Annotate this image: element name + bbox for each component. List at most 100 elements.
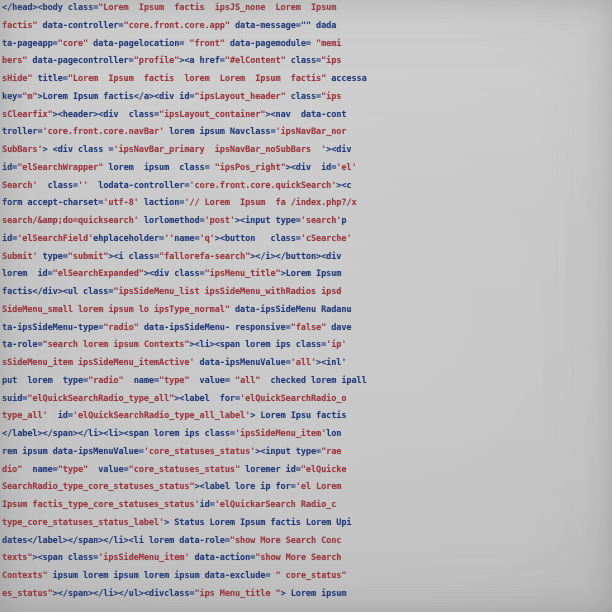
code-line: dates</label></span></li><li lorem data-…	[0, 533, 612, 551]
code-markup-token: ><i class=	[108, 251, 160, 262]
code-markup-token: ><div	[326, 145, 352, 155]
code-line: sSideMenu_item ipsSideMenu_itemActive' d…	[0, 355, 612, 373]
code-markup-token: data-pagemodule=	[224, 38, 317, 49]
code-string-token: "core_statuses_status"	[128, 464, 241, 475]
code-line: SubBars'> <div class ='ipsNavBar_primary…	[0, 142, 612, 160]
code-markup-token: loremer id=	[240, 464, 301, 475]
code-markup-token: ><inl'	[316, 358, 347, 368]
code-line: rem ipsum data-ipsMenuValue='core_status…	[0, 444, 612, 462]
code-string-token: ''	[77, 180, 89, 191]
code-string-token: type_all'	[2, 411, 48, 422]
code-markup-token: id=	[199, 500, 215, 510]
code-string-token: 'core.front.core.quickSearch'	[189, 180, 337, 191]
code-markup-token: > <div class =	[42, 145, 114, 155]
code-markup-token: dates</label></span></li><li lorem data-…	[2, 535, 230, 546]
code-markup-token: ><label lore ip for=	[194, 482, 296, 493]
code-line: factis</div><ul class="ipsSideMenu_list …	[0, 284, 612, 302]
source-code-view[interactable]: </head><body class="Lorem Ipsum factis i…	[0, 0, 612, 612]
code-markup-token: id=	[47, 411, 73, 422]
code-string-token: bers"	[2, 56, 28, 67]
code-markup-token: type=	[37, 251, 68, 262]
code-markup-token: </label></span></li><li><span lorem ips …	[2, 429, 235, 439]
code-markup-token: lorlomethod=	[138, 216, 205, 226]
code-markup-token: ><input type=	[234, 216, 301, 226]
code-string-token: "profile"	[133, 56, 180, 67]
code-string-token: SideMenu_small lorem ipsum lo ipsType_no…	[2, 304, 230, 315]
code-string-token: "ipsLayout_header"	[194, 91, 286, 102]
code-string-token: "front"	[189, 38, 225, 49]
code-line: dio" name="type" value="core_statuses_st…	[0, 462, 612, 480]
code-line-list: </head><body class="Lorem Ipsum factis i…	[0, 0, 612, 604]
code-markup-token: data-ipsMenuValue=	[194, 358, 291, 368]
code-line: form accept-charset='utf-8' laction='// …	[0, 195, 612, 213]
code-string-token: "Lorem Ipsum factis lorem Lorem Ipsum fa…	[67, 74, 327, 84]
code-line: Submit' type="submit"><i class="falloref…	[0, 249, 612, 267]
code-line: SideMenu_small lorem ipsum lo ipsType_no…	[0, 302, 612, 320]
code-string-token: texts"	[2, 553, 33, 564]
code-string-token: "radio"	[88, 375, 124, 386]
code-string-token: "core"	[57, 38, 89, 49]
code-string-token: "submit"	[67, 251, 109, 262]
code-markup-token: ><label for=	[174, 393, 241, 404]
code-line: search/&amp;do=quicksearch' lorlomethod=…	[0, 213, 612, 231]
code-string-token: sSideMenu_item ipsSideMenu_itemActive'	[2, 358, 195, 368]
code-markup-token: data-ipsSideMenu- responsive=	[138, 322, 291, 333]
code-string-token: Ipsum factis_type_core_statuses_status'	[2, 500, 200, 510]
code-string-token: "ipsMenu_title"	[204, 269, 281, 280]
code-markup-token: ta-ipsSideMenu-type=	[2, 322, 104, 333]
code-string-token: "ipsPos_right"	[214, 162, 286, 173]
code-line: </head><body class="Lorem Ipsum factis i…	[0, 0, 612, 18]
code-markup-token: lodata-controller=	[88, 180, 190, 191]
code-line: Contexts" ipsum lorem ipsum lorem ipsum …	[0, 568, 612, 586]
code-markup-token: data-message="" dada	[229, 20, 337, 31]
code-markup-token: name=	[123, 375, 160, 386]
code-string-token: "elQuicke	[300, 464, 347, 475]
code-string-token: "m"	[22, 91, 38, 102]
code-markup-token: accessa	[326, 74, 367, 84]
code-markup-token: ><a href=	[179, 56, 225, 67]
code-markup-token: ><nav data-cont	[265, 109, 347, 120]
code-line: id="elSearchWrapper" lorem ipsum class= …	[0, 160, 612, 178]
code-string-token: 'elQuickarSearch Radio_c	[214, 500, 337, 510]
code-string-token: 'core_statuses_status'	[143, 446, 256, 457]
code-string-token: 'search'	[300, 216, 342, 226]
code-string-token: "type"	[159, 375, 190, 386]
code-string-token: "elSearchExpanded"	[52, 269, 144, 280]
code-string-token: "all"	[235, 375, 261, 386]
code-string-token: " core_status"	[275, 571, 347, 581]
code-markup-token: lorem ipsum class=	[103, 162, 215, 173]
code-string-token: 'all'	[290, 358, 317, 368]
code-markup-token: name=	[22, 464, 58, 475]
code-string-token: "fallorefa-search"	[159, 251, 251, 262]
code-markup-token: ><div class=	[143, 269, 205, 280]
code-string-token: 'ipsSideMenu_item'	[234, 429, 327, 439]
code-markup-token: p	[341, 216, 347, 226]
code-string-token: 'el Lorem	[295, 482, 342, 493]
code-string-token: SubBars'	[2, 145, 43, 155]
code-markup-token: laction=	[138, 198, 185, 209]
code-string-token: "ips	[321, 56, 342, 67]
code-markup-token: ><span class=	[32, 553, 99, 564]
code-string-token: 'utf-8'	[103, 198, 139, 209]
code-string-token: '// Lorem Ipsum fa /index.php?/x	[184, 198, 357, 209]
code-markup-token: class=	[37, 180, 79, 191]
code-string-token: "Lorem Ipsum factis ipsJS_none Lorem Ips…	[98, 3, 337, 13]
code-line: Search' class='' lodata-controller='core…	[0, 178, 612, 196]
code-markup-token: suid=	[2, 393, 28, 404]
code-markup-token: title=	[32, 74, 68, 84]
code-string-token: "rae	[321, 446, 342, 457]
code-string-token: "ipsSideMenu_list ipsSideMenu_withRadios…	[113, 287, 342, 297]
code-markup-token: checked lorem ipall	[260, 375, 367, 386]
code-line: ta-ipsSideMenu-type="radio" data-ipsSide…	[0, 320, 612, 338]
code-string-token: SearchRadio_type_core_statuses_status"	[2, 482, 195, 493]
code-string-token: type_core_statuses_status_label'	[2, 517, 165, 528]
code-line: lorem id="elSearchExpanded"><div class="…	[0, 266, 612, 284]
code-string-token: 'cSearche'	[300, 233, 352, 244]
code-markup-token: data-controller=	[37, 20, 124, 31]
code-string-token: ''	[164, 233, 175, 244]
code-line: suid="elQuickSearchRadio_type_all"><labe…	[0, 391, 612, 409]
code-string-token: "radio"	[103, 322, 139, 333]
code-line: troller='core.front.core.navBar' lorem i…	[0, 124, 612, 142]
code-markup-token: ></span></li></ul><divclass=	[52, 588, 195, 599]
code-string-token: 'post'	[204, 216, 235, 226]
